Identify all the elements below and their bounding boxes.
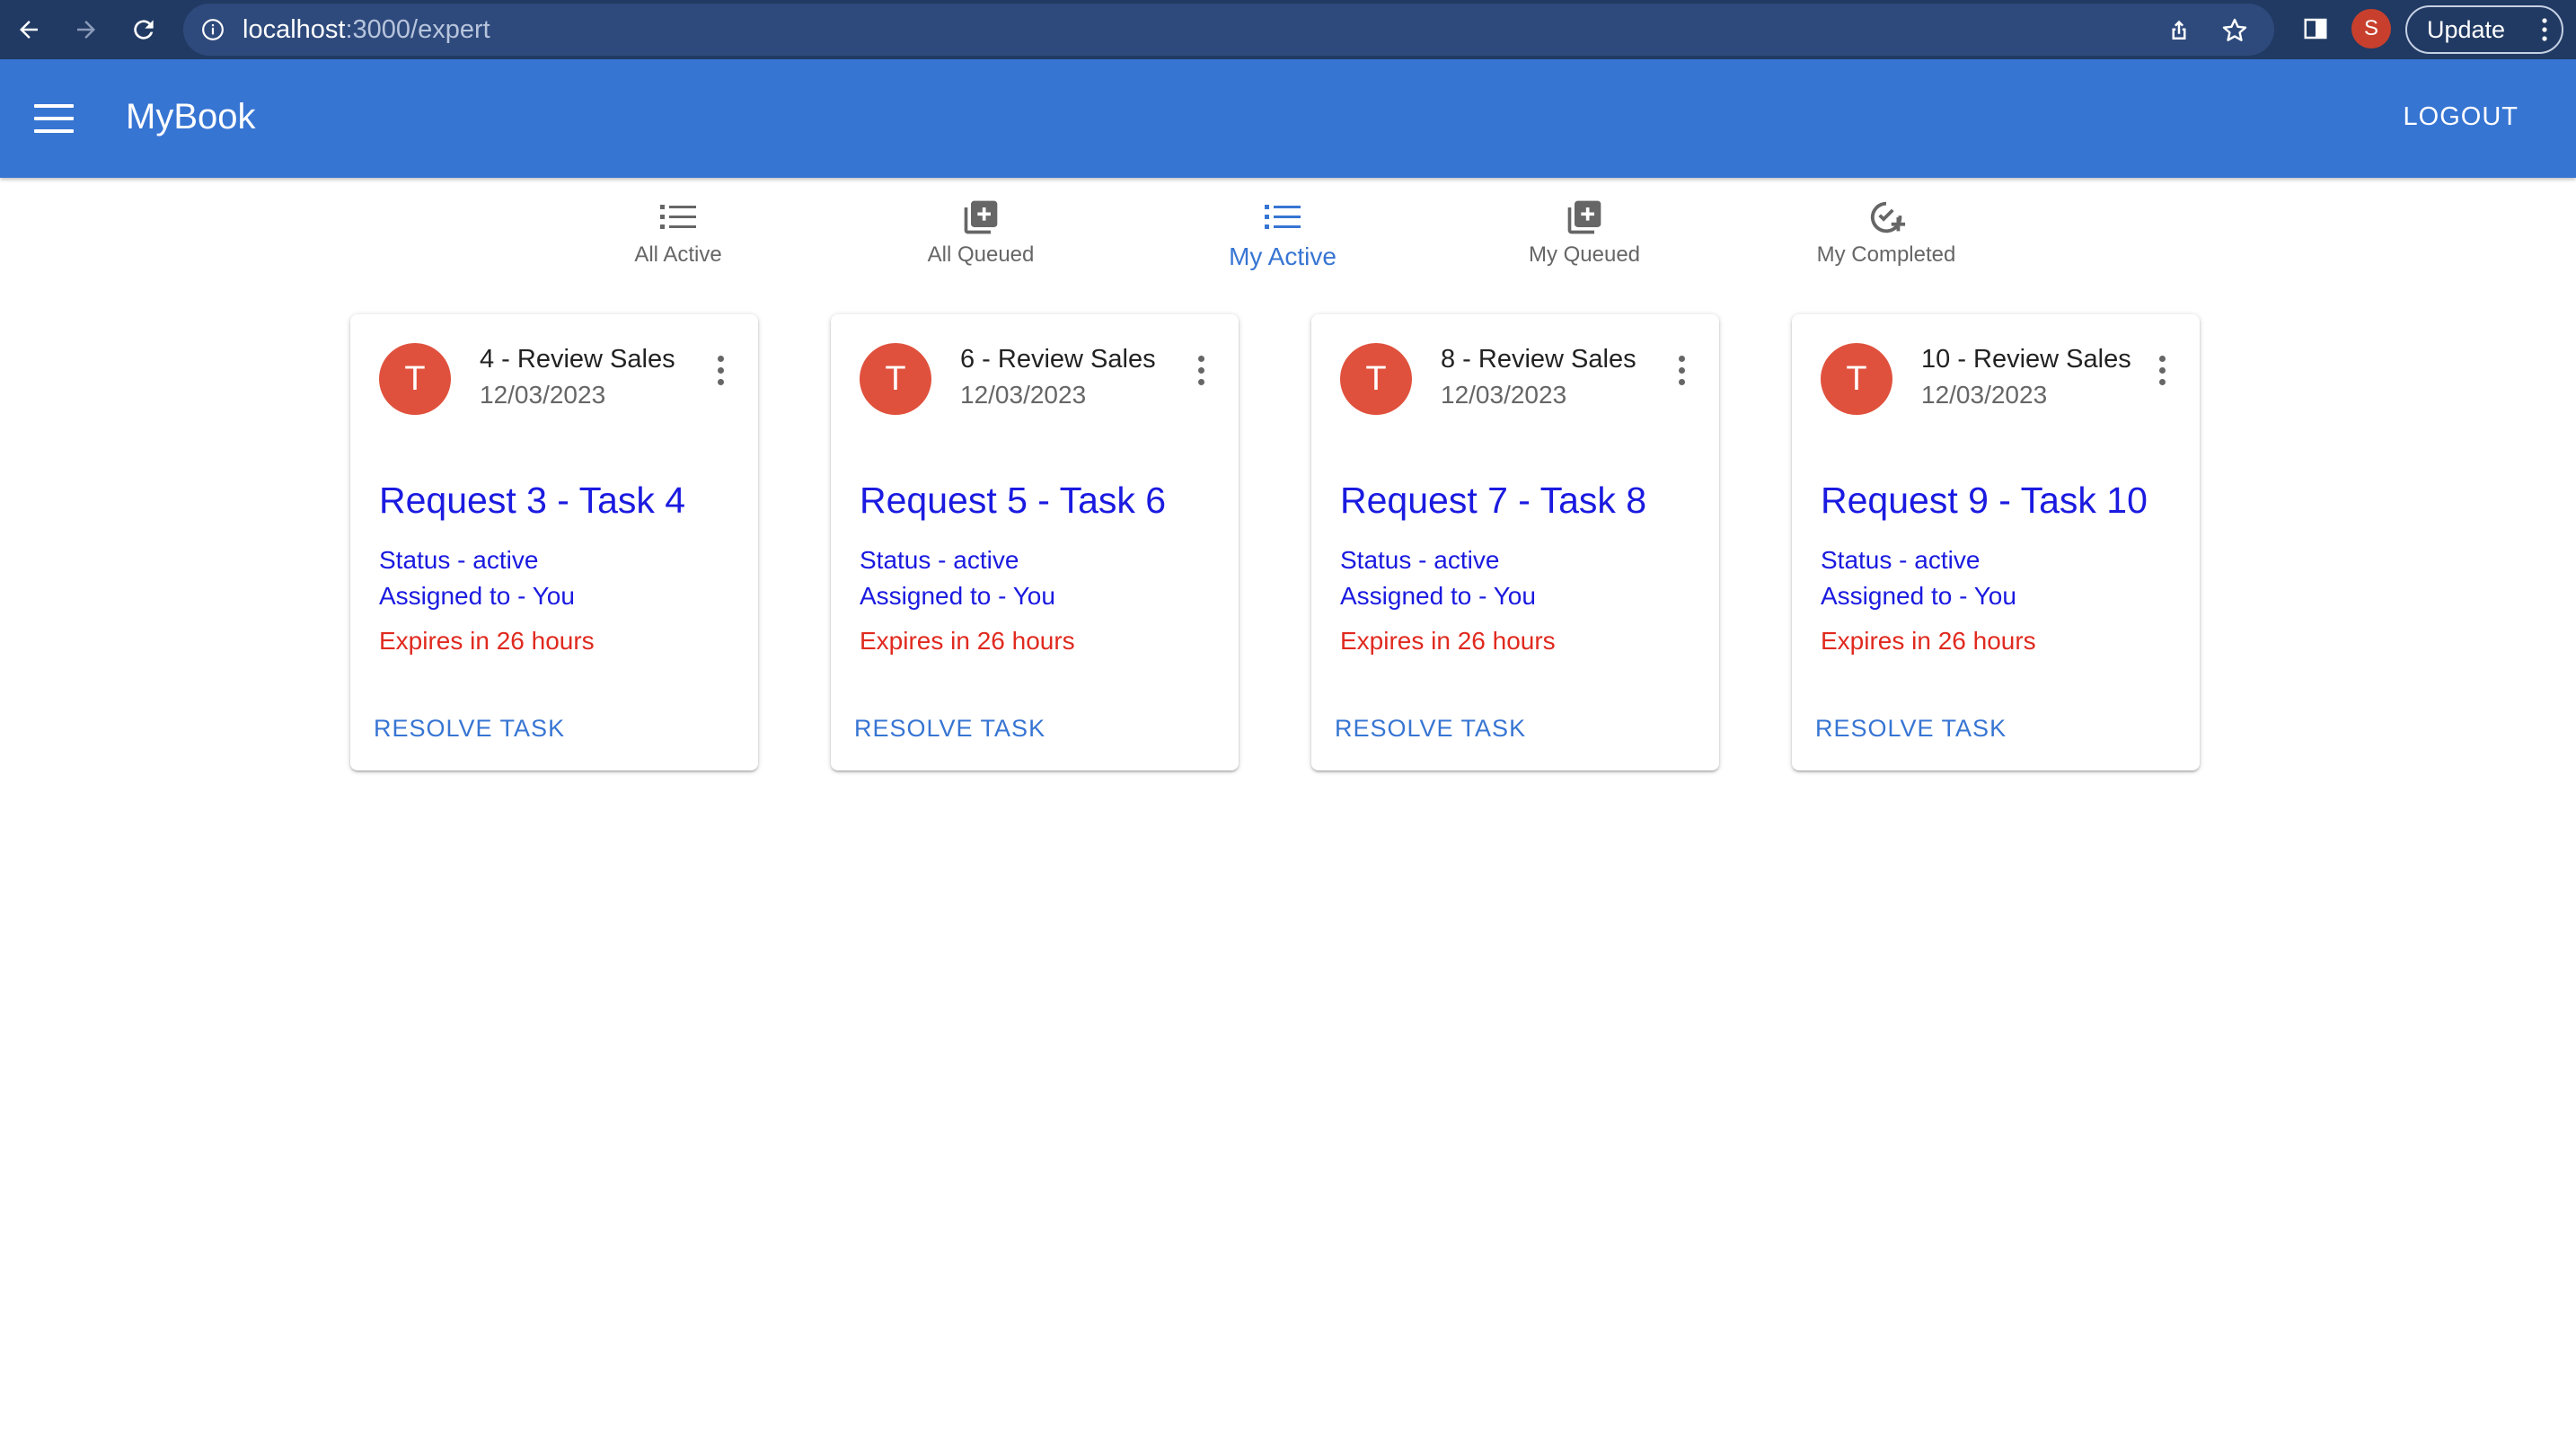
bookmark-star-icon[interactable] bbox=[2219, 14, 2251, 47]
app-title: MyBook bbox=[126, 97, 256, 136]
site-info-icon[interactable] bbox=[199, 16, 226, 43]
status-text: Status - active bbox=[860, 546, 1019, 574]
status-text: Status - active bbox=[379, 546, 539, 574]
url-host: localhost bbox=[243, 15, 346, 44]
avatar: T bbox=[860, 343, 931, 415]
card-date: 12/03/2023 bbox=[1921, 381, 2048, 409]
reload-button[interactable] bbox=[119, 0, 169, 59]
expires-text: Expires in 26 hours bbox=[1821, 627, 2036, 655]
forward-button[interactable] bbox=[61, 0, 111, 59]
resolve-task-button[interactable]: RESOLVE TASK bbox=[854, 715, 1045, 743]
request-task-heading: Request 3 - Task 4 bbox=[379, 480, 686, 521]
more-vert-icon bbox=[2540, 16, 2549, 49]
arrow-right-icon bbox=[77, 21, 95, 39]
menu-icon[interactable] bbox=[34, 104, 74, 133]
card-title: 8 - Review Sales bbox=[1441, 345, 1636, 374]
request-task-heading: Request 5 - Task 6 bbox=[860, 480, 1167, 521]
more-vert-icon[interactable] bbox=[1195, 356, 1206, 392]
expires-text: Expires in 26 hours bbox=[860, 627, 1075, 655]
status-text: Status - active bbox=[1821, 546, 1981, 574]
list-icon bbox=[1261, 196, 1304, 239]
avatar: T bbox=[1821, 343, 1892, 415]
arrow-left-icon bbox=[20, 21, 38, 39]
assigned-text: Assigned to - You bbox=[1821, 582, 2016, 610]
reload-icon bbox=[134, 20, 154, 40]
back-button[interactable] bbox=[4, 0, 54, 59]
avatar: T bbox=[379, 343, 451, 415]
library-add-icon bbox=[1563, 196, 1606, 239]
list-icon bbox=[657, 196, 700, 239]
status-text: Status - active bbox=[1340, 546, 1500, 574]
assigned-text: Assigned to - You bbox=[1340, 582, 1536, 610]
task-card: T 8 - Review Sales 12/03/2023 Request 7 … bbox=[1311, 314, 1719, 770]
side-panel-icon[interactable] bbox=[2299, 13, 2332, 45]
library-add-icon bbox=[959, 196, 1002, 239]
card-title: 4 - Review Sales bbox=[480, 345, 675, 374]
card-date: 12/03/2023 bbox=[960, 381, 1087, 409]
tab-my-active[interactable]: My Active bbox=[1148, 178, 1417, 277]
logout-button[interactable]: LOGOUT bbox=[2404, 102, 2519, 132]
request-task-heading: Request 9 - Task 10 bbox=[1821, 480, 2148, 521]
resolve-task-button[interactable]: RESOLVE TASK bbox=[1335, 715, 1526, 743]
tab-all-active[interactable]: All Active bbox=[543, 178, 813, 277]
card-date: 12/03/2023 bbox=[1441, 381, 1567, 409]
profile-avatar[interactable]: S bbox=[2351, 9, 2391, 48]
check-circle-add-icon bbox=[1865, 196, 1908, 239]
tab-label: My Completed bbox=[1816, 242, 1956, 267]
task-card: T 6 - Review Sales 12/03/2023 Request 5 … bbox=[831, 314, 1239, 770]
tab-my-completed[interactable]: My Completed bbox=[1751, 178, 2021, 277]
browser-toolbar: localhost:3000/expert S Update bbox=[0, 0, 2576, 59]
card-title: 10 - Review Sales bbox=[1921, 345, 2131, 374]
share-icon[interactable] bbox=[2163, 14, 2195, 47]
tab-all-queued[interactable]: All Queued bbox=[846, 178, 1116, 277]
more-vert-icon[interactable] bbox=[715, 356, 726, 392]
expires-text: Expires in 26 hours bbox=[379, 627, 595, 655]
tab-label: My Queued bbox=[1528, 242, 1641, 267]
more-vert-icon[interactable] bbox=[2157, 356, 2167, 392]
update-label: Update bbox=[2427, 15, 2506, 43]
tab-my-queued[interactable]: My Queued bbox=[1450, 178, 1719, 277]
card-title: 6 - Review Sales bbox=[960, 345, 1156, 374]
assigned-text: Assigned to - You bbox=[379, 582, 575, 610]
task-card: T 10 - Review Sales 12/03/2023 Request 9… bbox=[1792, 314, 2200, 770]
url-path: :3000/expert bbox=[345, 15, 490, 44]
task-card: T 4 - Review Sales 12/03/2023 Request 3 … bbox=[350, 314, 758, 770]
app-bar: MyBook LOGOUT bbox=[0, 59, 2576, 178]
more-vert-icon[interactable] bbox=[1676, 356, 1687, 392]
assigned-text: Assigned to - You bbox=[860, 582, 1055, 610]
expires-text: Expires in 26 hours bbox=[1340, 627, 1556, 655]
tab-label: All Active bbox=[634, 242, 722, 267]
url-text: localhost:3000/expert bbox=[243, 4, 490, 56]
update-button[interactable]: Update bbox=[2405, 5, 2563, 54]
tab-label: My Active bbox=[1229, 242, 1337, 270]
avatar: T bbox=[1340, 343, 1412, 415]
request-task-heading: Request 7 - Task 8 bbox=[1340, 480, 1647, 521]
card-date: 12/03/2023 bbox=[480, 381, 606, 409]
tab-bar: All Active All Queued My Active My Queue… bbox=[0, 178, 2576, 277]
address-bar[interactable]: localhost:3000/expert bbox=[183, 4, 2274, 56]
resolve-task-button[interactable]: RESOLVE TASK bbox=[374, 715, 565, 743]
tab-label: All Queued bbox=[927, 242, 1035, 267]
resolve-task-button[interactable]: RESOLVE TASK bbox=[1815, 715, 2007, 743]
